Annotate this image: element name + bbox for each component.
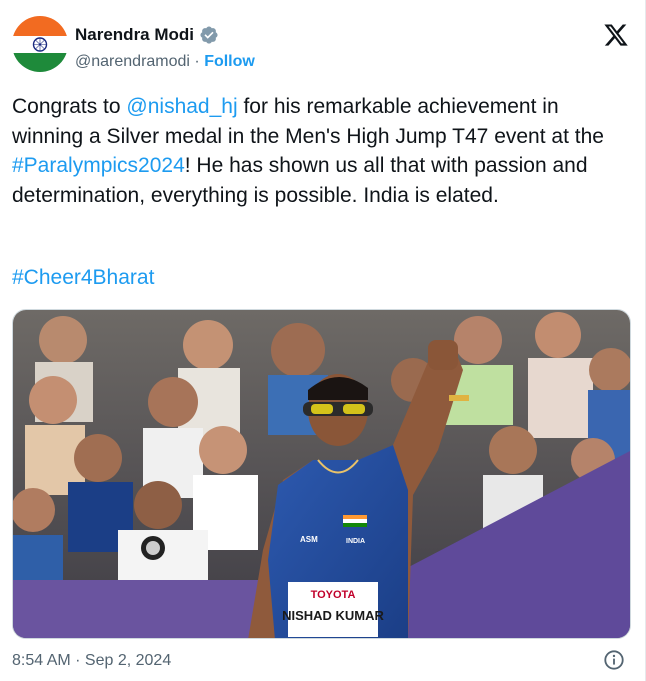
hashtag-paralympics-link[interactable]: #Paralympics2024 xyxy=(12,154,185,177)
tweet-header: Narendra Modi @narendramodi · Follow xyxy=(12,14,633,80)
vest-country-text: INDIA xyxy=(346,538,365,545)
avatar[interactable] xyxy=(12,16,68,72)
tweet-text-segment: Congrats to xyxy=(12,95,127,118)
tweet-card: Narendra Modi @narendramodi · Follow Con… xyxy=(0,0,646,681)
mention-link[interactable]: @nishad_hj xyxy=(126,95,237,118)
athlete-photo-illustration: TOYOTA NISHAD KUMAR ASM INDIA xyxy=(13,310,630,638)
vest-sponsor-text: ASM xyxy=(300,535,318,544)
tweet-photo[interactable]: TOYOTA NISHAD KUMAR ASM INDIA xyxy=(12,309,631,639)
hashtag-cheer4bharat-link[interactable]: #Cheer4Bharat xyxy=(12,266,154,290)
info-icon[interactable] xyxy=(603,649,625,671)
author-handle[interactable]: @narendramodi xyxy=(75,53,190,70)
author-name[interactable]: Narendra Modi xyxy=(75,25,194,45)
handle-row: @narendramodi · Follow xyxy=(75,53,255,71)
tweet-timestamp[interactable]: 8:54 AM · Sep 2, 2024 xyxy=(12,652,171,670)
india-flag-avatar-image xyxy=(12,16,68,72)
separator-dot: · xyxy=(189,53,205,70)
x-logo-icon[interactable] xyxy=(603,22,629,48)
author-name-row: Narendra Modi xyxy=(75,25,219,45)
verified-badge-icon xyxy=(199,25,219,45)
follow-button[interactable]: Follow xyxy=(204,53,255,70)
bib-name-text: NISHAD KUMAR xyxy=(282,608,384,623)
bib-sponsor-text: TOYOTA xyxy=(311,589,356,601)
tweet-text: Congrats to @nishad_hj for his remarkabl… xyxy=(12,92,634,210)
